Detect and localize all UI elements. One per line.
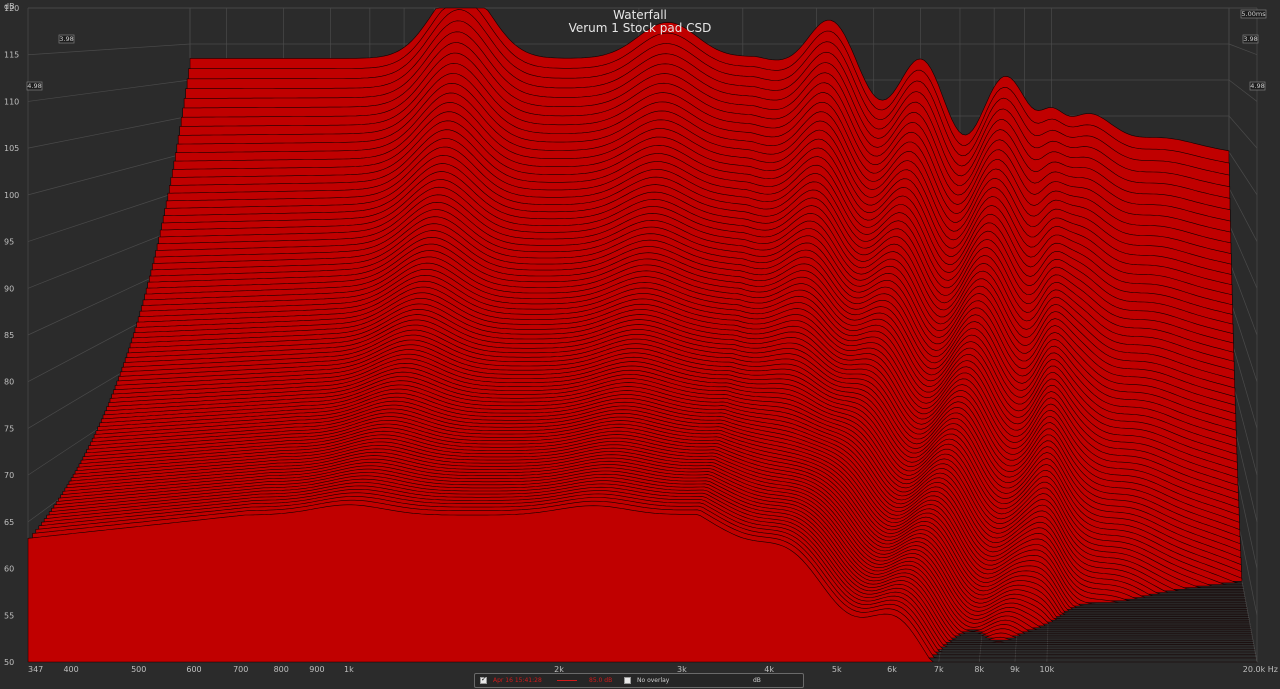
y-tick-label: 110 [4, 97, 19, 106]
legend-series-value: 85.0 dB [589, 677, 613, 684]
x-tick-label: 400 [63, 665, 78, 674]
svg-text:3.98: 3.98 [1243, 35, 1257, 43]
x-tick-label: 6k [887, 665, 897, 674]
y-tick-label: 105 [4, 144, 19, 153]
y-tick-label: 75 [4, 424, 14, 433]
y-tick-label: 70 [4, 471, 14, 480]
x-tick-label: 700 [233, 665, 248, 674]
legend-bar: Apr 16 15:41:28 85.0 dB No overlay dB [474, 673, 804, 688]
y-tick-label: 60 [4, 565, 14, 574]
chart-subtitle: Verum 1 Stock pad CSD [569, 21, 712, 35]
y-tick-label: 80 [4, 378, 14, 387]
x-tick-label: 9k [1010, 665, 1020, 674]
x-tick-label: 347 [28, 665, 43, 674]
svg-text:3.98: 3.98 [59, 35, 73, 43]
chart-title: Waterfall [613, 8, 667, 22]
x-tick-label: 5k [832, 665, 842, 674]
legend-unit: dB [753, 677, 761, 684]
y-tick-label: 95 [4, 238, 14, 247]
y-tick-label: 55 [4, 611, 14, 620]
overlay-checkbox[interactable] [624, 677, 631, 684]
time-label-right: 4.98 [1249, 81, 1266, 91]
waterfall-chart: 50556065707580859095100105110115120347 40… [0, 0, 1280, 689]
y-tick-label: 50 [4, 658, 14, 667]
y-tick-label: 100 [4, 191, 19, 200]
x-tick-label: 1k [344, 665, 354, 674]
x-tick-label: 20.0k Hz [1243, 665, 1278, 674]
x-tick-label: 7k [934, 665, 944, 674]
legend-series-swatch [557, 680, 577, 681]
y-tick-label: 85 [4, 331, 14, 340]
y-axis-label: dB [4, 2, 15, 11]
series-visibility-checkbox[interactable] [480, 675, 487, 684]
y-tick-label: 90 [4, 284, 14, 293]
x-tick-label: 500 [131, 665, 146, 674]
time-label-right: 3.98 [1242, 34, 1259, 44]
svg-text:5.00ms: 5.00ms [1241, 10, 1266, 18]
overlay-label: No overlay [637, 677, 670, 684]
time-label-left: 3.98 [58, 34, 75, 44]
x-tick-label: 800 [274, 665, 289, 674]
x-tick-label: 8k [974, 665, 984, 674]
time-label-right: 5.00ms [1240, 9, 1267, 19]
svg-text:4.98: 4.98 [27, 82, 41, 90]
y-tick-label: 115 [4, 51, 19, 60]
legend-series-name: Apr 16 15:41:28 [493, 677, 542, 684]
x-tick-label: 900 [309, 665, 324, 674]
x-tick-label: 10k [1039, 665, 1054, 674]
svg-text:4.98: 4.98 [1250, 82, 1264, 90]
x-tick-label: 600 [186, 665, 201, 674]
y-tick-label: 65 [4, 518, 14, 527]
time-label-left: 4.98 [26, 81, 43, 91]
